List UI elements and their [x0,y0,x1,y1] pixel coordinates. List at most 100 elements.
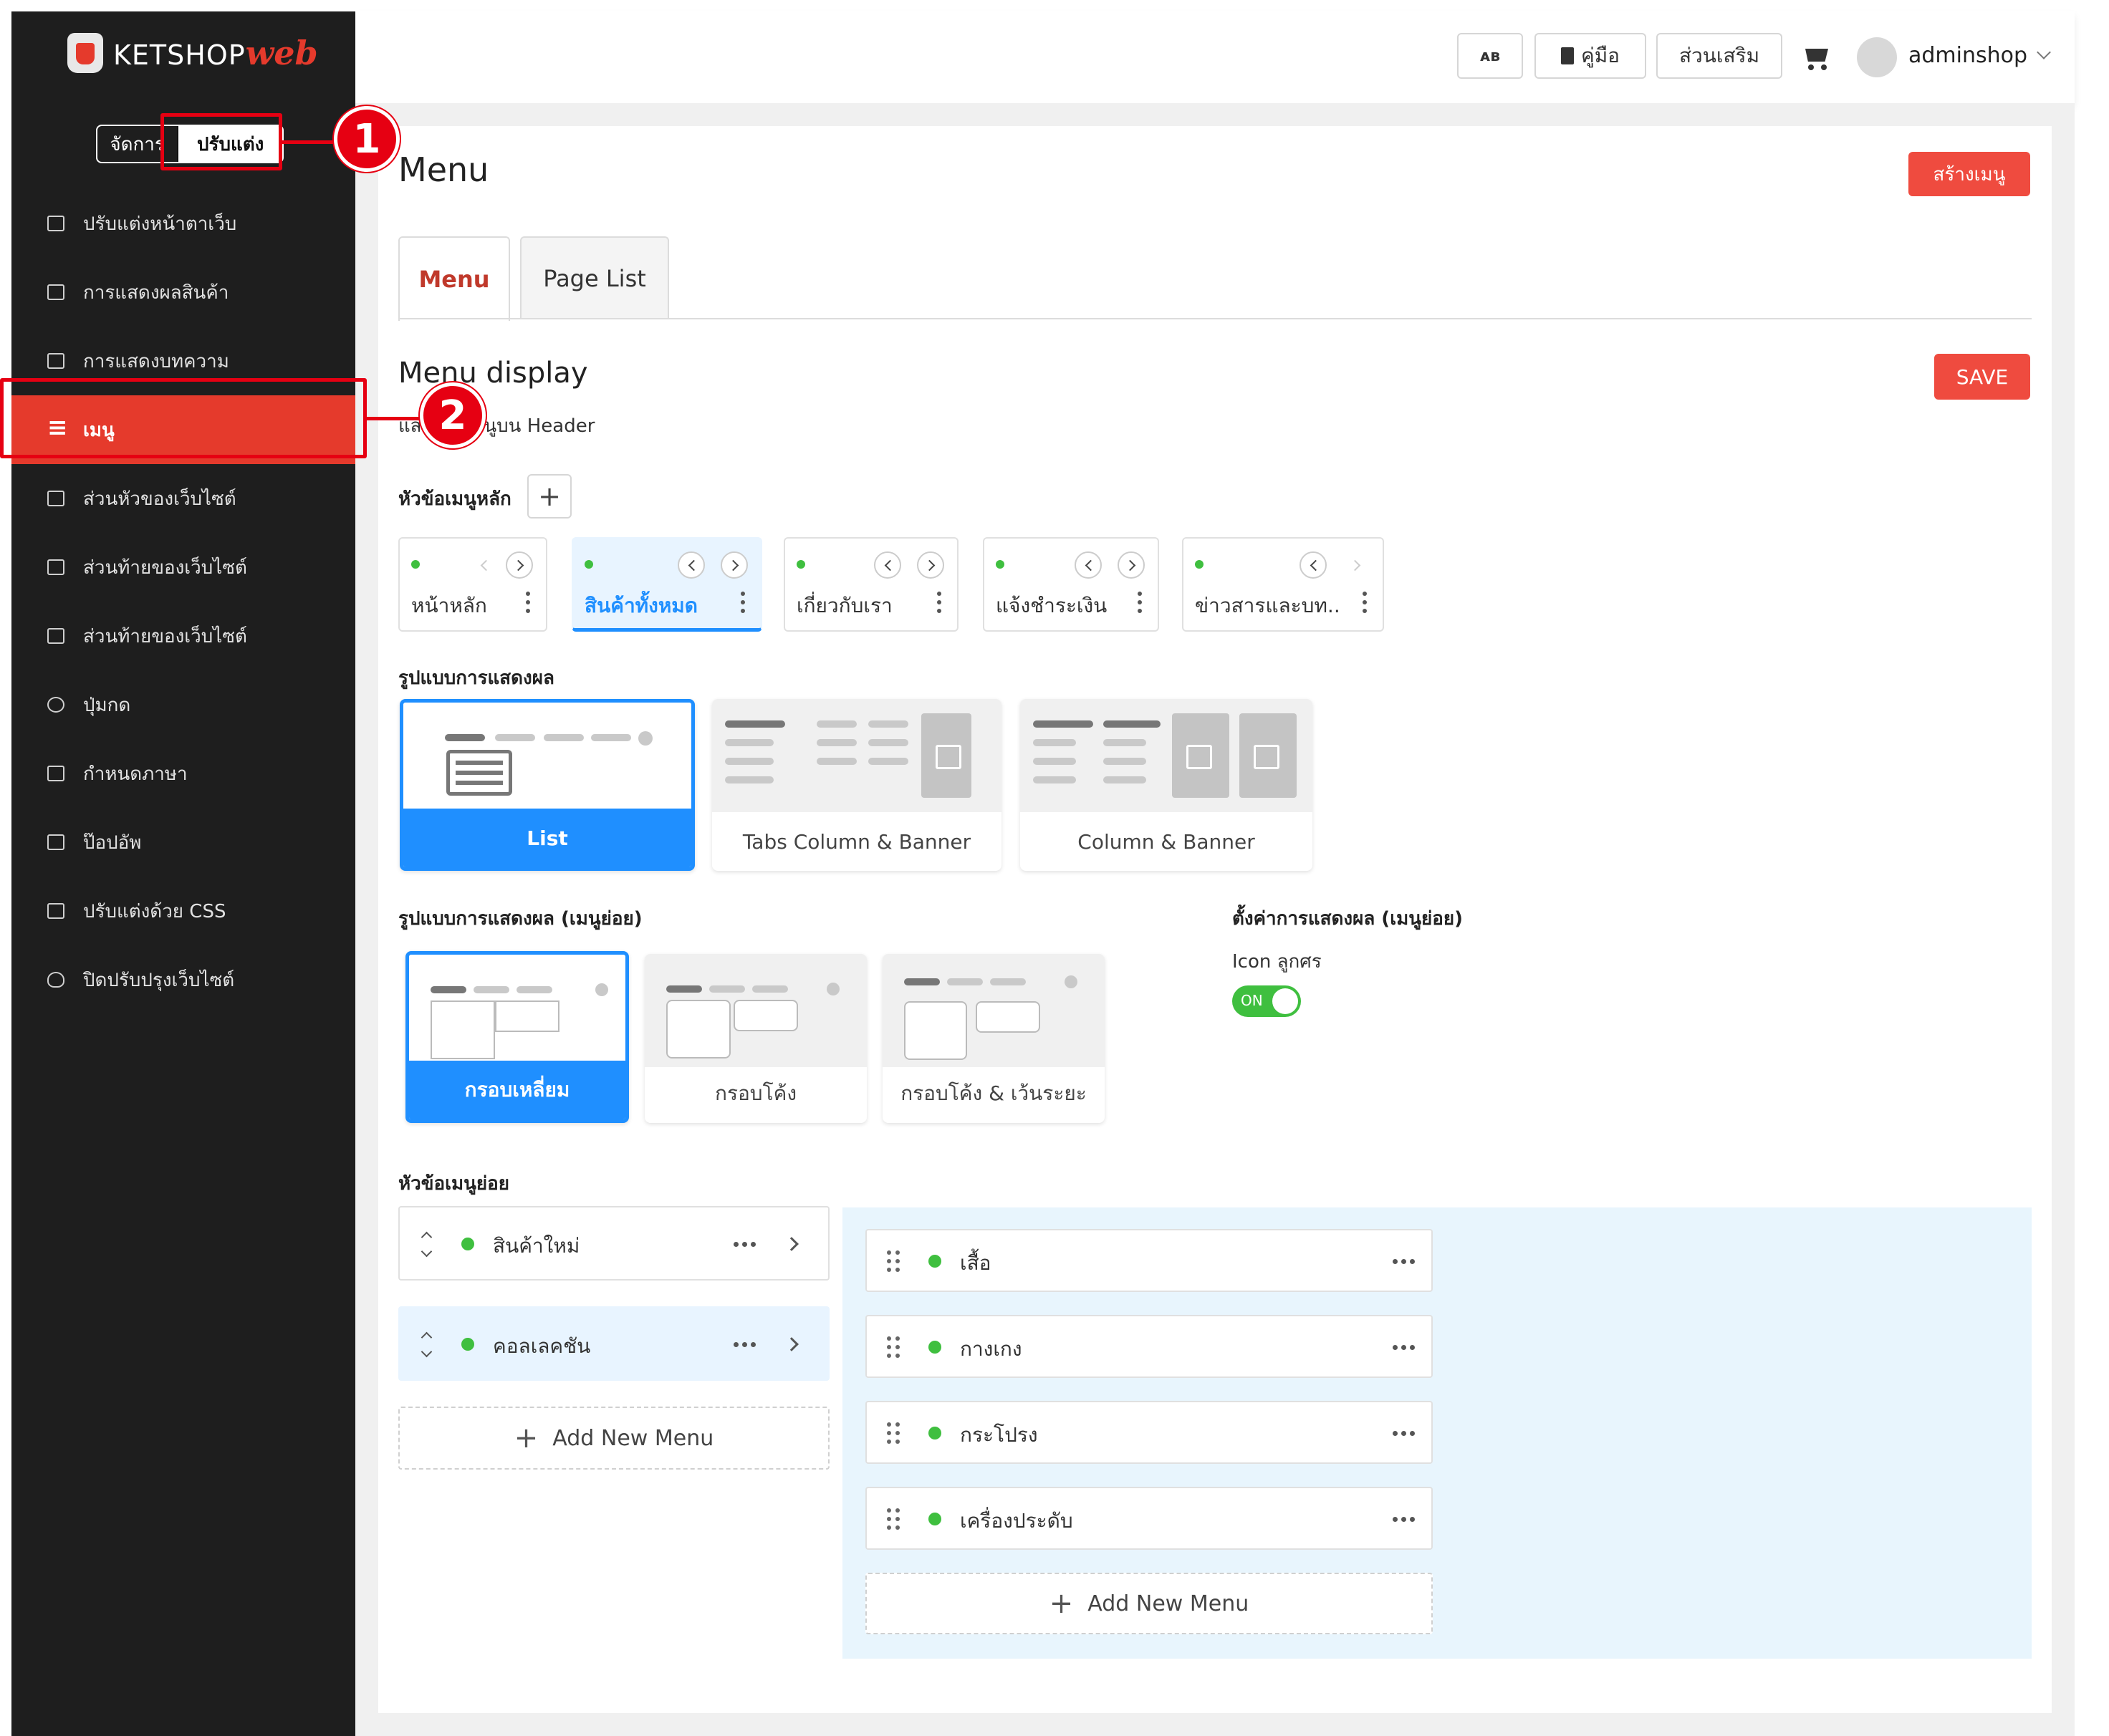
status-dot [996,560,1004,569]
sidebar-item-maintenance[interactable]: ปิดปรับปรุงเว็บไซต์ [11,945,355,1014]
status-dot [928,1513,941,1525]
layout-icon [47,216,64,231]
submenu-item[interactable]: สินค้าใหม่ [398,1206,830,1281]
child-menu-item[interactable]: เครื่องประดับ [865,1487,1433,1550]
sidebar-item-buttons[interactable]: ปุ่มกด [11,670,355,739]
move-left-icon[interactable] [678,551,705,579]
tab-menu[interactable]: Menu [398,236,510,321]
submenu-style-rounded[interactable]: กรอบโค้ง [645,954,867,1123]
sidebar-item-products[interactable]: การแสดงผลสินค้า [11,258,355,327]
move-left-icon[interactable] [470,551,497,579]
layout-option-caption: กรอบโค้ง [714,1081,797,1105]
move-right-icon[interactable] [1342,551,1370,579]
add-new-child-menu-button[interactable]: + Add New Menu [865,1573,1433,1634]
layout-option-column-banner[interactable]: Column & Banner [1020,699,1312,871]
sidebar-item-popup[interactable]: ป๊อปอัพ [11,808,355,877]
addons-label: ส่วนเสริม [1678,44,1760,67]
kebab-menu-icon[interactable] [526,592,530,596]
sidebar-item-label: ส่วนหัวของเว็บไซต์ [83,488,236,510]
main-menu-card[interactable]: แจ้งชำระเงิน [983,537,1159,632]
submenu-name: คอลเลคชัน [493,1334,591,1358]
drag-handle-icon[interactable] [887,1336,891,1341]
image-placeholder-icon [1239,713,1297,798]
add-main-menu-button[interactable]: + [527,474,572,519]
language-button[interactable]: ᴀʙ [1457,33,1523,79]
child-menu-name: เสื้อ [960,1251,991,1275]
logo-text: KETSHOP [113,39,246,71]
sidebar-item-header[interactable]: ส่วนหัวของเว็บไซต์ [11,464,355,533]
sidebar-item-footer-2[interactable]: ส่วนท้ายของเว็บไซต์ [11,602,355,670]
more-options-icon[interactable] [734,1342,739,1347]
language-icon: ᴀʙ [1479,47,1501,65]
layout-option-tabs-column-banner[interactable]: Tabs Column & Banner [712,699,1001,871]
chevron-down-icon[interactable] [2037,45,2051,59]
cart-icon[interactable] [1801,46,1831,70]
drag-handle-icon[interactable] [887,1250,891,1255]
add-new-menu-button[interactable]: + Add New Menu [398,1407,830,1470]
reorder-icon[interactable] [421,1232,431,1258]
sidebar-item-label: ส่วนท้ายของเว็บไซต์ [83,556,247,579]
layout-option-list[interactable]: List [400,699,695,871]
sidebar-item-language[interactable]: กำหนดภาษา [11,739,355,808]
move-left-icon[interactable] [1299,551,1327,579]
move-left-icon[interactable] [1075,551,1102,579]
child-menu-name: กระโปรง [960,1423,1038,1447]
drag-handle-icon[interactable] [887,1422,891,1427]
more-options-icon[interactable] [1393,1259,1398,1264]
more-options-icon[interactable] [734,1242,739,1247]
username[interactable]: adminshop [1908,43,2027,68]
child-menu-item[interactable]: เสื้อ [865,1229,1433,1292]
move-right-icon[interactable] [721,551,748,579]
child-menu-item[interactable]: กระโปรง [865,1401,1433,1464]
manual-label: คู่มือ [1580,44,1620,67]
move-left-icon[interactable] [874,551,901,579]
kebab-menu-icon[interactable] [937,592,941,596]
sidebar-item-label: กำหนดภาษา [83,763,188,785]
status-dot [461,1338,474,1351]
submenu-item[interactable]: คอลเลคชัน [398,1306,830,1381]
chevron-right-icon[interactable] [784,1337,799,1351]
tab-page-list[interactable]: Page List [520,236,669,319]
submenu-style-square[interactable]: กรอบเหลี่ยม [405,951,629,1123]
child-menu-item[interactable]: กางเกง [865,1315,1433,1378]
main-menu-card[interactable]: เกี่ยวกับเรา [784,537,959,632]
manual-button[interactable]: คู่มือ [1534,33,1646,79]
save-button[interactable]: SAVE [1934,354,2030,400]
layout-preview [883,954,1105,1067]
add-new-menu-label: Add New Menu [552,1425,714,1451]
main-menu-card[interactable]: สินค้าทั้งหมด [572,537,762,632]
arrow-icon-toggle[interactable]: ON [1232,985,1301,1017]
submenu-style-rounded-spaced[interactable]: กรอบโค้ง & เว้นระยะ [883,954,1105,1123]
logo-cup-icon [67,33,103,73]
chevron-right-icon[interactable] [784,1237,799,1251]
move-right-icon[interactable] [1118,551,1145,579]
move-right-icon[interactable] [917,551,944,579]
avatar[interactable] [1857,37,1897,77]
sidebar-item-css[interactable]: ปรับแต่งด้วย CSS [11,877,355,945]
child-menu-name: เครื่องประดับ [960,1509,1073,1533]
tab-divider [398,318,2032,319]
more-options-icon[interactable] [1393,1431,1398,1436]
kebab-menu-icon[interactable] [1363,592,1367,596]
toggle-icon [47,697,64,713]
addons-button[interactable]: ส่วนเสริม [1656,33,1782,79]
kebab-menu-icon[interactable] [741,592,745,596]
more-options-icon[interactable] [1393,1517,1398,1522]
kebab-menu-icon[interactable] [1138,592,1142,596]
sidebar-item-layout[interactable]: ปรับแต่งหน้าตาเว็บ [11,189,355,258]
footer-icon [47,559,64,575]
main-menu-card[interactable]: ข่าวสารและบท.. [1182,537,1384,632]
sidebar-item-footer[interactable]: ส่วนท้ายของเว็บไซต์ [11,533,355,602]
more-options-icon[interactable] [1393,1345,1398,1350]
status-dot [928,1255,941,1268]
main-menu-label: หัวข้อเมนูหลัก [398,488,511,510]
css-icon [47,903,64,919]
drag-handle-icon[interactable] [887,1508,891,1513]
move-right-icon[interactable] [506,551,533,579]
main-menu-name: ข่าวสารและบท.. [1195,594,1340,617]
main-menu-card[interactable]: หน้าหลัก [398,537,547,632]
create-menu-button[interactable]: สร้างเมนู [1908,152,2030,196]
reorder-icon[interactable] [421,1332,431,1358]
annotation-line-1 [282,140,340,144]
sidebar-item-label: ปิดปรับปรุงเว็บไซต์ [83,969,235,991]
